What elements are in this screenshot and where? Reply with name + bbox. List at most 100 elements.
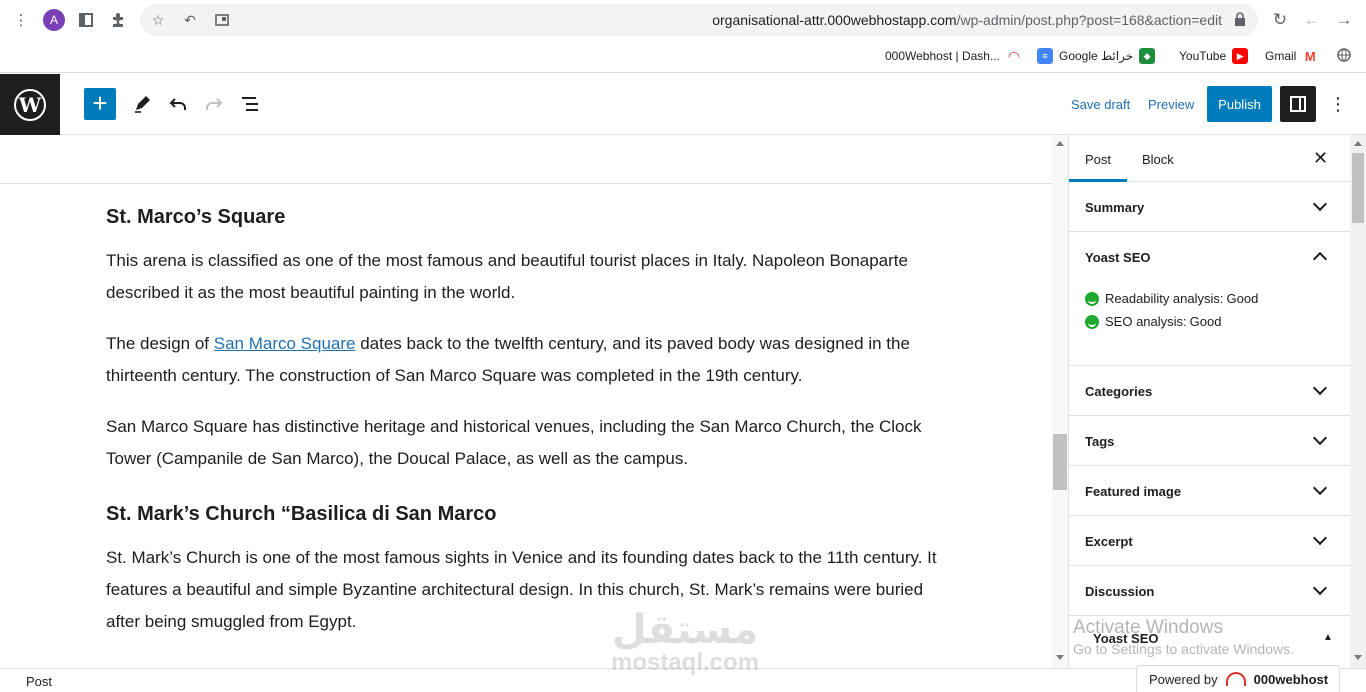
chevron-down-icon (1312, 530, 1328, 546)
block-breadcrumb[interactable]: Post (26, 674, 52, 689)
publish-button[interactable]: Publish (1207, 86, 1272, 122)
webhost-icon: ◠ (1008, 47, 1020, 64)
editor-toolbar: W + Save draft Preview Publish ⋮ (0, 74, 1366, 135)
sidebar-tabs: Post Block ✕ (1069, 135, 1350, 182)
panel-title: Discussion (1085, 584, 1155, 599)
tab-post[interactable]: Post (1085, 152, 1111, 167)
analysis-value: Good (1226, 291, 1259, 306)
wordpress-icon: W (14, 88, 46, 121)
bookmark-star-icon[interactable]: ☆ (148, 10, 168, 30)
settings-sidebar: Post Block ✕ Summary Yoast SEO Readabili… (1068, 135, 1350, 668)
panel-categories[interactable]: Categories (1069, 366, 1350, 416)
undo-icon[interactable] (166, 92, 190, 116)
chevron-down-icon (1312, 480, 1328, 496)
tab-block[interactable]: Block (1142, 152, 1174, 167)
powered-by-text: Powered by (1149, 671, 1218, 687)
save-draft-button[interactable]: Save draft (1071, 97, 1130, 112)
bookmark-youtube[interactable]: YouTube ▶ (1179, 48, 1249, 64)
paragraph-block[interactable]: San Marco Square has distinctive heritag… (106, 411, 956, 475)
bookmark-google-maps[interactable]: ≡ Google خرائط ◆ (1037, 48, 1156, 64)
preview-button[interactable]: Preview (1148, 97, 1194, 112)
panel-title: Summary (1085, 200, 1145, 215)
reload-icon[interactable]: ↻ (1270, 10, 1290, 30)
editor-scrollbar[interactable] (1052, 135, 1068, 668)
watermark: مستقل mostaql.com (600, 610, 770, 676)
chrome-menu-icon[interactable]: ⋮ (11, 10, 31, 30)
paragraph-block[interactable]: St. Mark’s Church is one of the most fam… (106, 542, 956, 638)
panel-title: Categories (1085, 384, 1153, 399)
title-divider (0, 183, 1052, 184)
share-icon[interactable]: ↶ (180, 10, 200, 30)
extensions-icon[interactable] (108, 10, 128, 30)
url-path: /wp-admin/post.php?post=168&action=edit (956, 12, 1222, 28)
settings-toggle-button[interactable] (1280, 86, 1316, 122)
panel-title: Excerpt (1085, 534, 1133, 549)
chevron-down-icon (1312, 196, 1328, 212)
good-smiley-icon (1085, 291, 1099, 306)
tools-pencil-icon[interactable] (130, 92, 154, 116)
youtube-icon: ▶ (1232, 48, 1249, 64)
activate-windows-notice: Activate Windows Go to Settings to activ… (1073, 617, 1294, 657)
forward-icon[interactable]: → (1334, 10, 1354, 30)
scroll-up-icon[interactable] (1056, 141, 1064, 146)
heading-block[interactable]: St. Marco’s Square (106, 197, 956, 237)
activate-title: Activate Windows (1073, 617, 1223, 638)
seo-analysis: SEO analysis: Good (1085, 314, 1221, 329)
readability-analysis: Readability analysis: Good (1085, 291, 1258, 306)
scroll-down-icon[interactable] (1056, 655, 1064, 660)
webhost-logo-icon (1225, 672, 1246, 686)
heading-block[interactable]: St. Mark’s Church “Basilica di San Marco (106, 494, 956, 534)
globe-icon[interactable] (1337, 48, 1351, 62)
watermark-arabic: مستقل (611, 608, 759, 652)
caret-up-icon[interactable]: ▲ (1323, 632, 1333, 643)
panel-discussion[interactable]: Discussion (1069, 566, 1350, 616)
profile-avatar[interactable]: A (43, 9, 65, 31)
panel-tags[interactable]: Tags (1069, 416, 1350, 466)
analysis-value: Good (1189, 314, 1222, 329)
bookmarks-bar: 000Webhost | Dash... ◠ ≡ Google خرائط ◆ … (0, 40, 1366, 73)
san-marco-link[interactable]: San Marco Square (214, 334, 356, 353)
chevron-down-icon (1312, 580, 1328, 596)
scroll-up-icon[interactable] (1354, 141, 1362, 146)
scroll-thumb[interactable] (1053, 434, 1067, 490)
maps-icon: ◆ (1139, 48, 1156, 64)
paragraph-block[interactable]: The design of San Marco Square dates bac… (106, 328, 956, 392)
docs-icon: ≡ (1037, 48, 1053, 64)
redo-icon[interactable] (202, 92, 226, 116)
scroll-thumb[interactable] (1352, 153, 1364, 223)
good-smiley-icon (1085, 314, 1099, 329)
analysis-label: SEO analysis: (1105, 314, 1187, 329)
chevron-up-icon (1312, 251, 1328, 267)
panel-summary[interactable]: Summary (1069, 182, 1350, 232)
document-overview-icon[interactable] (238, 92, 262, 116)
address-bar[interactable]: ☆ ↶ organisational-attr.000webhostapp.co… (140, 4, 1258, 36)
page-scrollbar[interactable] (1350, 135, 1366, 668)
bookmark-gmail[interactable]: Gmail M (1265, 48, 1319, 64)
panel-yoast-seo[interactable]: Yoast SEO Readability analysis: Good SEO… (1069, 232, 1350, 366)
options-menu-icon[interactable]: ⋮ (1328, 90, 1348, 118)
chevron-down-icon (1312, 430, 1328, 446)
side-panel-icon[interactable] (76, 10, 96, 30)
activate-subtitle: Go to Settings to activate Windows. (1073, 641, 1294, 657)
bookmark-label: Google خرائط (1059, 49, 1134, 63)
bookmark-webhost[interactable]: 000Webhost | Dash... ◠ (885, 48, 1022, 64)
lock-icon[interactable] (1234, 12, 1246, 26)
panel-title: Tags (1085, 434, 1115, 449)
post-content: St. Marco’s Square This arena is classif… (106, 197, 956, 657)
bookmark-label: 000Webhost | Dash... (885, 49, 1000, 63)
panel-excerpt[interactable]: Excerpt (1069, 516, 1350, 566)
paragraph-block[interactable]: This arena is classified as one of the m… (106, 245, 956, 309)
scroll-down-icon[interactable] (1354, 655, 1362, 660)
watermark-latin: mostaql.com (610, 649, 760, 676)
back-icon[interactable]: ← (1302, 10, 1322, 30)
powered-by-badge[interactable]: Powered by 000webhost (1136, 665, 1340, 692)
powered-brand: 000webhost (1253, 671, 1329, 687)
panel-title: Yoast SEO (1085, 250, 1151, 265)
add-block-button[interactable]: + (84, 88, 116, 120)
panel-featured-image[interactable]: Featured image (1069, 466, 1350, 516)
wordpress-logo-button[interactable]: W (0, 74, 60, 135)
close-icon[interactable]: ✕ (1313, 148, 1328, 169)
chevron-down-icon (1312, 380, 1328, 396)
translate-icon[interactable] (212, 10, 232, 30)
analysis-label: Readability analysis: (1105, 291, 1224, 306)
